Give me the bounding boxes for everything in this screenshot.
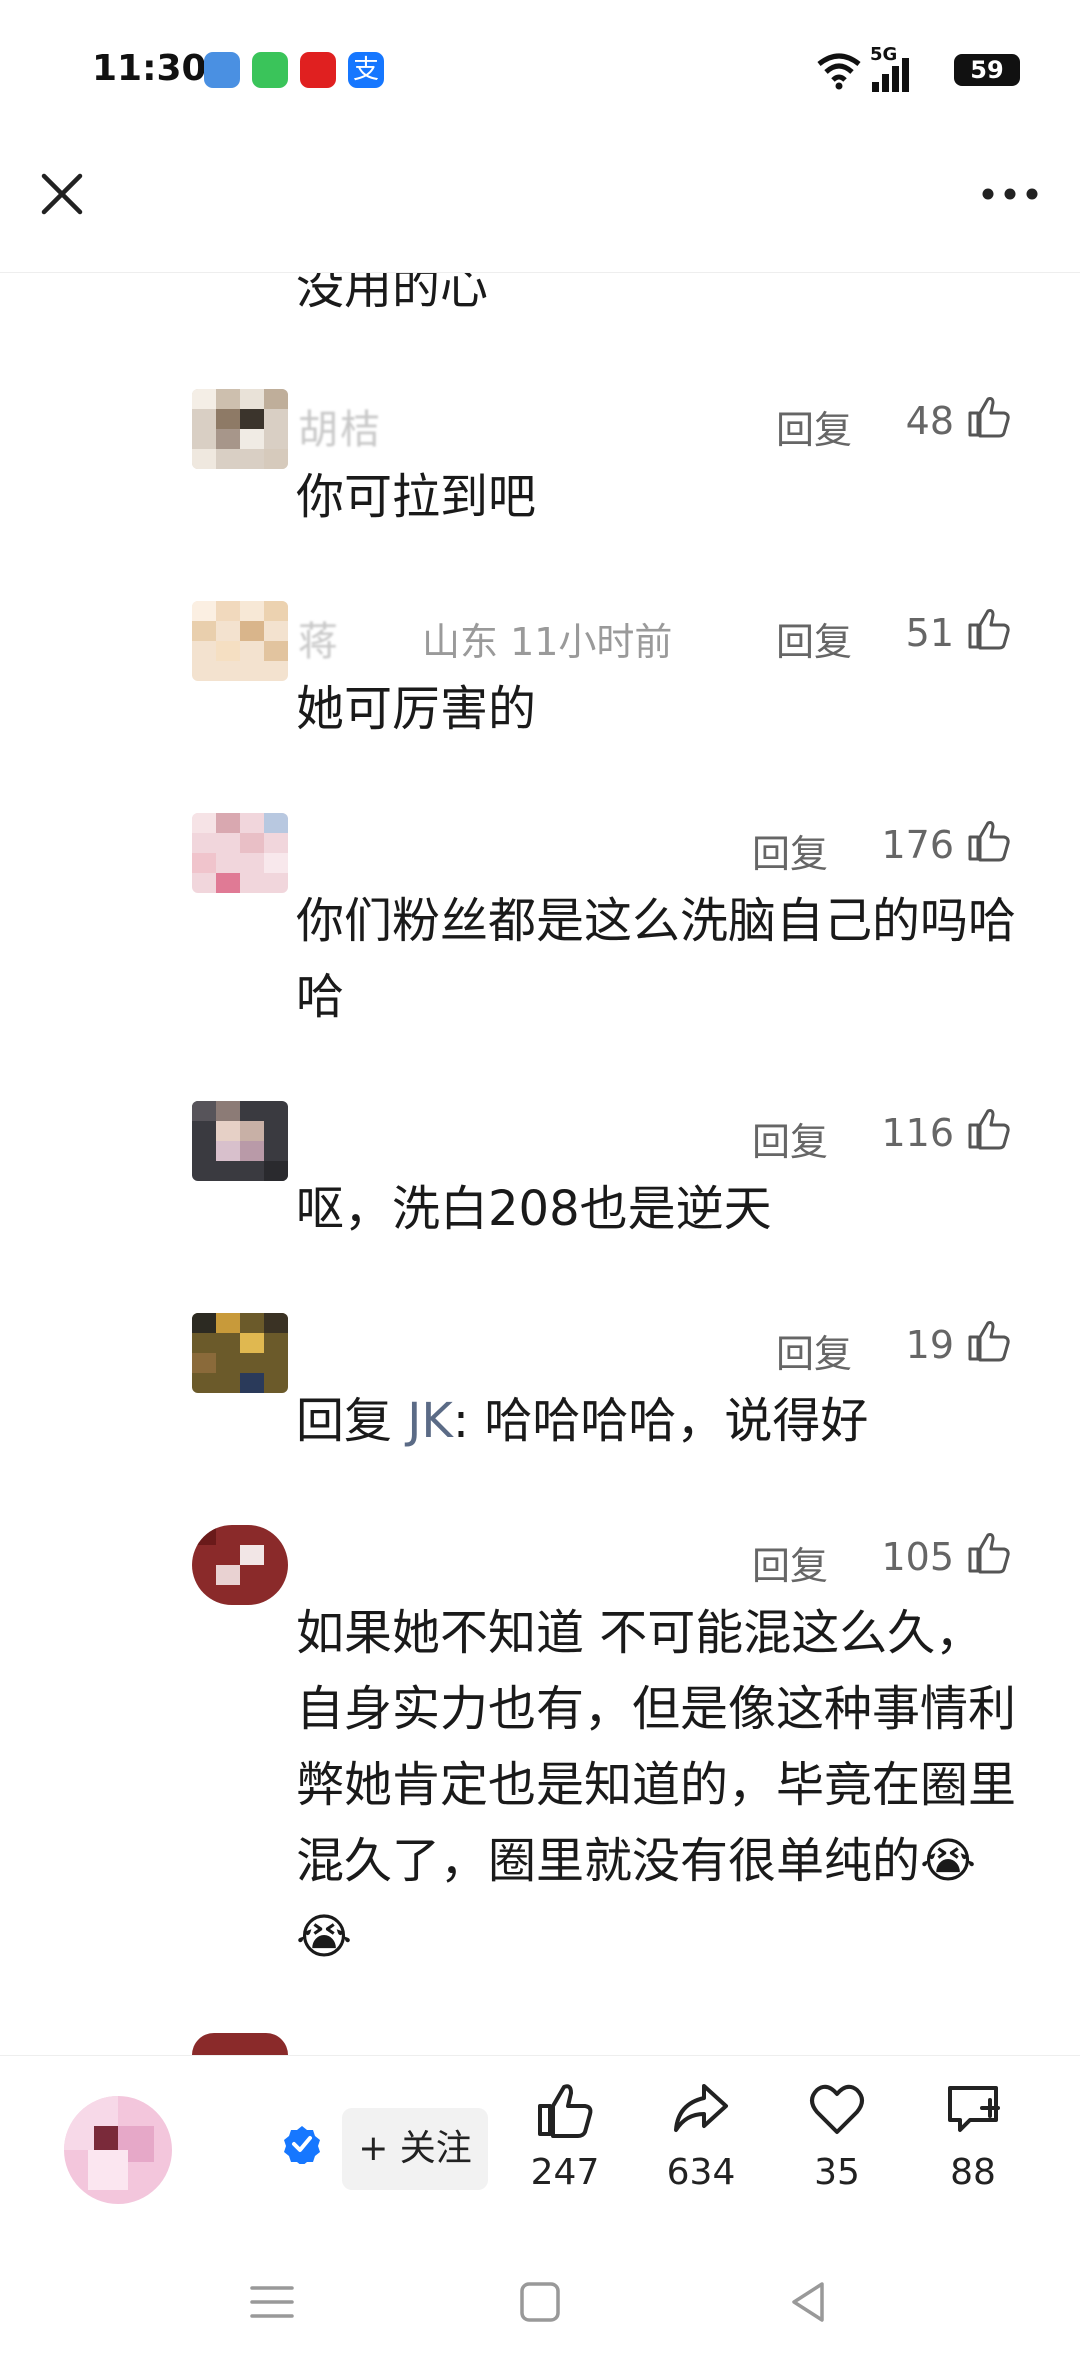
comment-text: 她可厉害的 [296, 681, 537, 737]
comment-text: 你可拉到吧 [296, 469, 537, 525]
reply-body: : 哈哈哈哈，说得好 [452, 1393, 869, 1449]
status-bar: 11:30 支 5G 59 [0, 0, 1080, 140]
weather-app-icon [204, 52, 240, 88]
follow-button[interactable]: + 关注 [342, 2108, 488, 2190]
back-icon[interactable] [778, 2272, 838, 2332]
status-time: 11:30 [92, 48, 207, 89]
avatar[interactable] [192, 1525, 288, 1605]
comment-list[interactable]: 没用的心 胡桔 回复 48 你可拉到吧 蒋 山东 11小时前 回复 51 她可厉… [0, 273, 1080, 2055]
close-icon[interactable] [30, 162, 94, 226]
thumbs-up-icon[interactable] [966, 1105, 1012, 1151]
comment-text: 呕，洗白208也是逆天 [296, 1181, 772, 1237]
comment-item: 蒋 山东 11小时前 回复 51 她可厉害的 [0, 601, 1080, 741]
avatar[interactable] [192, 601, 288, 681]
comment-add-icon [948, 2086, 1000, 2132]
signal-icon [872, 58, 909, 92]
partial-comment-text: 没用的心 [296, 273, 489, 315]
comment-total: 88 [950, 2152, 996, 2193]
comment-user-name[interactable]: 蒋 [298, 609, 340, 667]
reply-button[interactable]: 回复 [776, 399, 852, 454]
thumbs-up-icon[interactable] [966, 605, 1012, 651]
reply-button[interactable]: 回复 [752, 1535, 828, 1590]
comment-meta: 山东 11小时前 [422, 620, 673, 664]
comment-item: 胡桔 回复 48 你可拉到吧 [0, 389, 1080, 529]
reply-button[interactable]: 回复 [776, 611, 852, 666]
thumbs-up-icon[interactable] [966, 1317, 1012, 1363]
avatar[interactable] [192, 813, 288, 893]
comment-item: 回复 176 你们粉丝都是这么洗脑自己的吗哈哈 [0, 813, 1080, 1033]
like-count: 48 [905, 399, 954, 443]
like-count: 19 [905, 1323, 954, 1367]
heart-icon [810, 2084, 864, 2134]
avatar[interactable] [192, 389, 288, 469]
reply-button[interactable]: 回复 [776, 1323, 852, 1378]
thumbs-up-icon [538, 2084, 593, 2138]
top-bar [0, 140, 1080, 273]
more-icon[interactable] [970, 162, 1050, 226]
avatar[interactable] [192, 1101, 288, 1181]
reply-button[interactable]: 回复 [752, 823, 828, 878]
thumbs-up-icon[interactable] [966, 1529, 1012, 1575]
reply-button[interactable]: 回复 [752, 1111, 828, 1166]
verified-badge-icon [284, 2126, 320, 2164]
comment-item: 回复 19 回复 JK: 哈哈哈哈，说得好 [0, 1313, 1080, 1453]
comment-user-name[interactable]: 胡桔 [298, 397, 382, 455]
bottom-action-bar: + 关注 247 634 35 88 [0, 2055, 1080, 2224]
system-nav-bar [0, 2224, 1080, 2373]
comment-item: 回复 105 如果她不知道 不可能混这么久，自身实力也有，但是像这种事情利弊她肯… [0, 1525, 1080, 1985]
comment-text: 如果她不知道 不可能混这么久，自身实力也有，但是像这种事情利弊她肯定也是知道的，… [296, 1605, 1017, 1965]
avatar[interactable] [192, 1313, 288, 1393]
share-total: 634 [666, 2152, 736, 2193]
wifi-icon [817, 53, 861, 90]
comment-item-partial [192, 2033, 288, 2055]
favorite-action[interactable]: 35 [782, 2078, 892, 2208]
reply-target-user[interactable]: JK [407, 1393, 453, 1449]
share-icon [674, 2084, 728, 2132]
like-total: 247 [530, 2152, 600, 2193]
comment-text: 回复 JK: 哈哈哈哈，说得好 [296, 1383, 1016, 1459]
share-action[interactable]: 634 [646, 2078, 756, 2208]
alipay-app-icon: 支 [348, 52, 384, 88]
favorite-total: 35 [814, 2152, 860, 2193]
thumbs-up-icon[interactable] [966, 393, 1012, 439]
messages-app-icon [252, 52, 288, 88]
reply-prefix: 回复 [296, 1393, 408, 1449]
menu-icon[interactable] [242, 2272, 302, 2332]
comment-item: 回复 116 呕，洗白208也是逆天 [0, 1101, 1080, 1241]
like-count: 51 [905, 611, 954, 655]
system-status-icons: 5G 59 [760, 44, 1020, 94]
shopping-app-icon [300, 52, 336, 88]
home-icon[interactable] [510, 2272, 570, 2332]
like-count: 105 [881, 1535, 954, 1579]
battery-icon: 59 [954, 54, 1020, 86]
thumbs-up-icon[interactable] [966, 817, 1012, 863]
like-count: 116 [881, 1111, 954, 1155]
like-action[interactable]: 247 [510, 2078, 620, 2208]
author-avatar[interactable] [64, 2096, 172, 2204]
comment-action[interactable]: 88 [918, 2078, 1028, 2208]
like-count: 176 [881, 823, 954, 867]
comment-text: 你们粉丝都是这么洗脑自己的吗哈哈 [296, 893, 1017, 1025]
